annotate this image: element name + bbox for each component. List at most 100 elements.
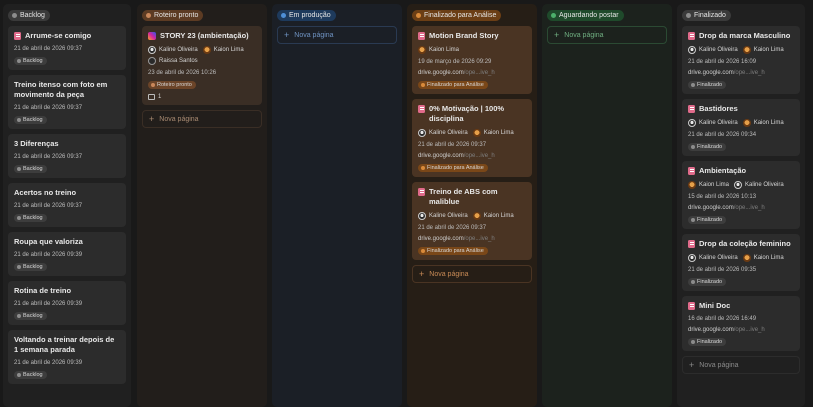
status-tag: Backlog — [14, 312, 47, 320]
status-tag: Backlog — [14, 371, 47, 379]
status-badge-backlog[interactable]: Backlog — [8, 9, 50, 21]
card[interactable]: Drop da marca Masculino Kaline Oliveira … — [682, 26, 800, 94]
avatar — [742, 46, 751, 54]
new-page-button[interactable]: + Nova página — [277, 26, 397, 44]
card-title: Drop da marca Masculino — [699, 31, 791, 40]
assignees: Kaline Oliveira Kaion Lima — [688, 46, 794, 54]
drive-link[interactable]: drive.google.com/ope...ive_h — [688, 205, 794, 211]
page-icon — [418, 105, 425, 113]
card[interactable]: Motion Brand Story Kaion Lima 19 de març… — [412, 26, 532, 94]
card-date: 21 de abril de 2026 09:39 — [14, 252, 83, 258]
card[interactable]: STORY 23 (ambientação) Kaline Oliveira K… — [142, 26, 262, 105]
card[interactable]: Acertos no treino 21 de abril de 2026 09… — [8, 183, 126, 227]
page-icon — [418, 32, 425, 40]
column-aguardando-postar: Aguardando postar + Nova página — [542, 4, 672, 407]
card[interactable]: Rotina de treino 21 de abril de 2026 09:… — [8, 281, 126, 325]
page-icon — [688, 240, 695, 248]
assignees: Kaline Oliveira Kaion Lima — [418, 129, 526, 137]
status-tag: Finalizado — [688, 278, 727, 286]
status-dot-icon — [17, 314, 21, 318]
card[interactable]: Treino de ABS com maliblue Kaline Olivei… — [412, 182, 532, 260]
card[interactable]: 0% Motivação | 100% disciplina Kaline Ol… — [412, 99, 532, 177]
kanban-board: Backlog Arrume-se comigo 21 de abril de … — [0, 0, 813, 407]
card[interactable]: Voltando a treinar depois de 1 semana pa… — [8, 330, 126, 384]
card-title: Acertos no treino — [14, 188, 77, 197]
page-icon — [688, 302, 695, 310]
card[interactable]: Bastidores Kaline Oliveira Kaion Lima 21… — [682, 99, 800, 156]
drive-link[interactable]: drive.google.com/ope...ive_h — [688, 327, 794, 333]
card-date: 21 de abril de 2026 09:35 — [688, 267, 757, 273]
status-dot-icon — [691, 83, 695, 87]
new-page-button[interactable]: + Nova página — [412, 265, 532, 283]
card-title: Roupa que valoriza — [14, 237, 83, 246]
status-badge-roteiro[interactable]: Roteiro pronto — [142, 9, 204, 21]
avatar — [472, 212, 481, 220]
status-badge-final-analise[interactable]: Finalizado para Análise — [412, 9, 502, 21]
card-title: Voltando a treinar depois de 1 semana pa… — [14, 335, 115, 354]
drive-link[interactable]: drive.google.com/ope...ive_h — [688, 70, 794, 76]
page-icon — [688, 32, 695, 40]
assignees: Kaline Oliveira Kaion Lima — [688, 119, 794, 127]
status-tag: Backlog — [14, 214, 47, 222]
plus-icon: + — [419, 268, 425, 279]
comment-count: 1 — [148, 94, 256, 100]
card-title: Bastidores — [699, 104, 738, 113]
status-dot-icon — [17, 216, 21, 220]
avatar — [688, 119, 696, 127]
status-dot-icon — [17, 373, 21, 377]
new-page-button[interactable]: + Nova página — [682, 356, 800, 374]
card[interactable]: Ambientação Kaion Lima Kaline Oliveira 1… — [682, 161, 800, 229]
card-title: Motion Brand Story — [429, 31, 499, 40]
page-icon — [418, 188, 425, 196]
avatar — [472, 129, 481, 137]
status-badge-aguardando[interactable]: Aguardando postar — [547, 9, 624, 21]
status-tag: Backlog — [14, 116, 47, 124]
card[interactable]: Mini Doc 16 de abril de 2026 16:49 drive… — [682, 296, 800, 351]
status-dot-icon — [12, 12, 17, 18]
status-dot-icon — [691, 145, 695, 149]
card-title: Rotina de treino — [14, 286, 72, 295]
assignees: Kaline Oliveira Kaion Lima — [688, 254, 794, 262]
status-dot-icon — [17, 167, 21, 171]
card[interactable]: Arrume-se comigo 21 de abril de 2026 09:… — [8, 26, 126, 70]
plus-icon: + — [554, 29, 560, 40]
column-roteiro-pronto: Roteiro pronto STORY 23 (ambientação) Ka… — [137, 4, 267, 407]
card-date: 21 de abril de 2026 09:37 — [418, 142, 487, 148]
assignees: Kaline Oliveira Kaion Lima — [418, 212, 526, 220]
assignees: Kaline Oliveira Kaion Lima Raissa Santos — [148, 46, 256, 65]
card[interactable]: 3 Diferenças 21 de abril de 2026 09:37 B… — [8, 134, 126, 178]
status-tag: Finalizado para Análise — [418, 81, 488, 89]
status-dot-icon — [691, 218, 695, 222]
avatar — [418, 212, 426, 220]
card-date: 21 de abril de 2026 09:37 — [418, 225, 487, 231]
drive-link[interactable]: drive.google.com/ope...ive_h — [418, 153, 526, 159]
new-page-button[interactable]: + Nova página — [142, 110, 262, 128]
assignees: Kaion Lima Kaline Oliveira — [688, 181, 794, 189]
page-icon — [688, 167, 695, 175]
drive-link[interactable]: drive.google.com/ope...ive_h — [418, 236, 526, 242]
card-date: 23 de abril de 2026 10:26 — [148, 70, 217, 76]
card[interactable]: Treino itenso com foto em movimento da p… — [8, 75, 126, 129]
page-icon — [688, 105, 695, 113]
card[interactable]: Drop da coleção feminino Kaline Oliveira… — [682, 234, 800, 291]
column-header: Finalizado para Análise — [412, 8, 532, 22]
avatar — [202, 46, 211, 54]
assignees: Kaion Lima — [418, 46, 526, 54]
status-tag: Finalizado — [688, 338, 727, 346]
card-date: 21 de abril de 2026 16:09 — [688, 59, 757, 65]
card-date: 21 de abril de 2026 09:37 — [14, 46, 83, 52]
plus-icon: + — [284, 29, 290, 40]
column-header: Aguardando postar — [547, 8, 667, 22]
status-badge-finalizado[interactable]: Finalizado — [682, 9, 731, 21]
status-tag: Backlog — [14, 263, 47, 271]
card-date: 16 de abril de 2026 16:49 — [688, 316, 757, 322]
comment-icon — [148, 94, 155, 100]
drive-link[interactable]: drive.google.com/ope...ive_h — [418, 70, 526, 76]
new-page-button[interactable]: + Nova página — [547, 26, 667, 44]
status-dot-icon — [151, 83, 155, 87]
avatar — [688, 254, 696, 262]
card-date: 15 de abril de 2026 10:13 — [688, 194, 757, 200]
card[interactable]: Roupa que valoriza 21 de abril de 2026 0… — [8, 232, 126, 276]
status-badge-producao[interactable]: Em produção — [277, 9, 336, 21]
avatar — [688, 181, 696, 189]
